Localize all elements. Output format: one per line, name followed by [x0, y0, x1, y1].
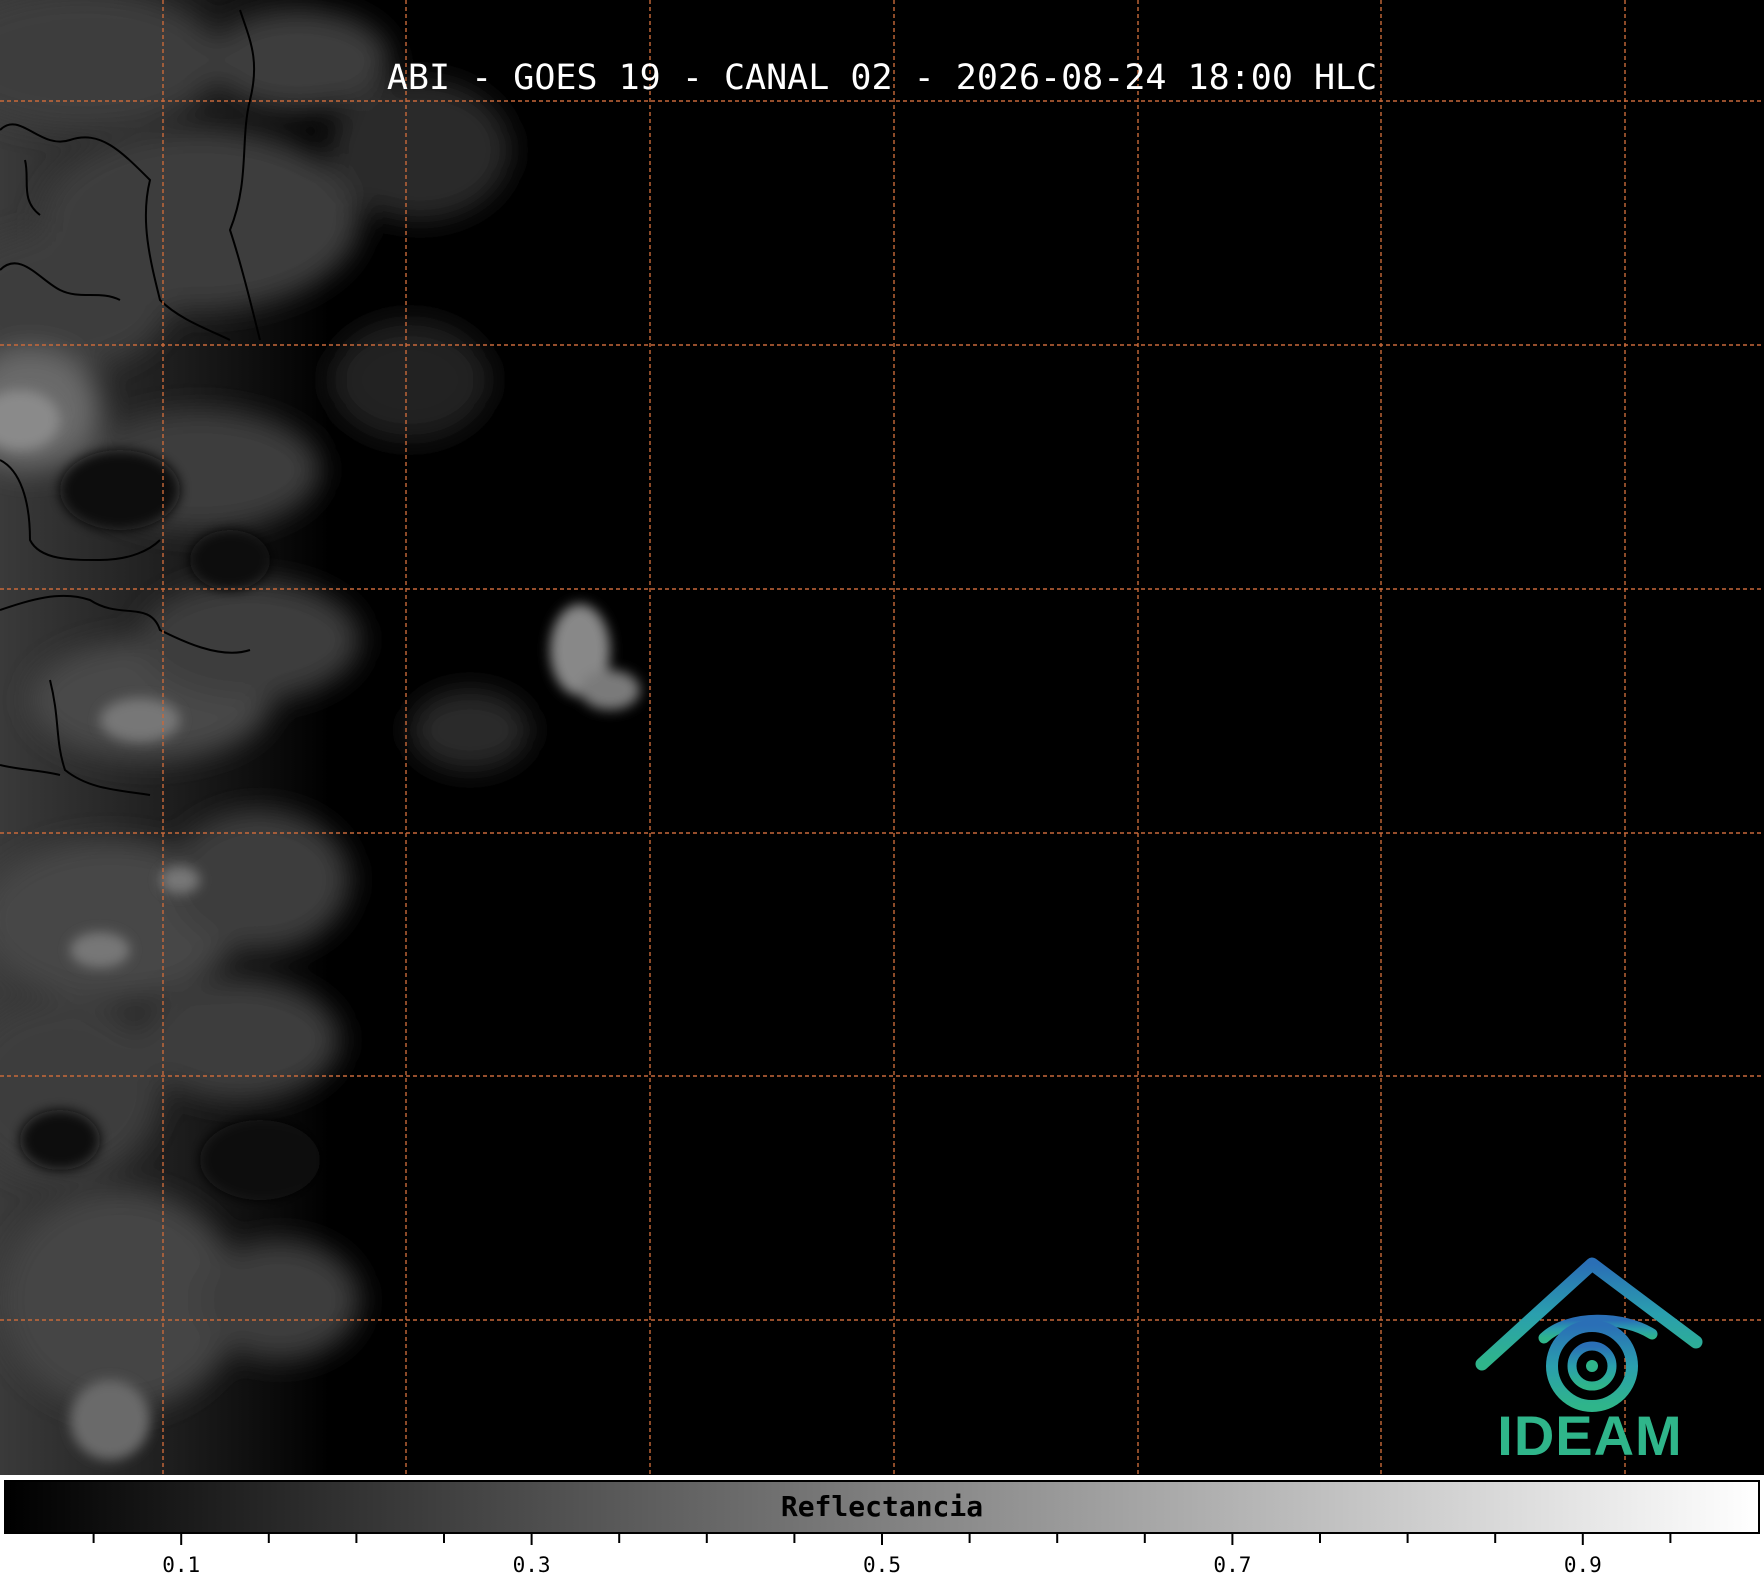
map-title: ABI - GOES 19 - CANAL 02 - 2026-08-24 18… [386, 58, 1378, 98]
colorbar-label: Reflectancia [780, 1490, 984, 1523]
colorbar-tick-label: 0.5 [863, 1553, 901, 1577]
ideam-logo-text: IDEAM [1497, 1404, 1683, 1467]
ideam-logo-icon [1475, 1257, 1703, 1412]
colorbar: Reflectancia [4, 1480, 1760, 1534]
colorbar-tick-label: 0.1 [162, 1553, 201, 1577]
colorbar-tick-label: 0.9 [1563, 1553, 1602, 1577]
colorbar-tick-label: 0.7 [1213, 1553, 1252, 1577]
ideam-logo: IDEAM [1474, 1254, 1706, 1474]
colorbar-tick-label: 0.3 [512, 1553, 551, 1577]
